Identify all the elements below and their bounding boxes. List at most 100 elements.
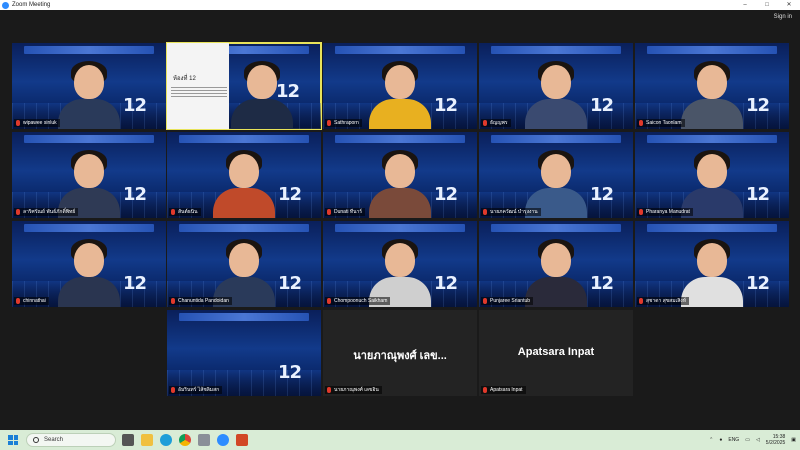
participant-tile[interactable]: 12 ห้องที่ 12 <box>166 42 322 130</box>
participant-name-text: Sathraporn <box>334 120 359 126</box>
participant-name-text: ธัญญพร <box>490 120 508 126</box>
event-banner <box>24 135 154 143</box>
participant-name: Chanuntida Pandoidan <box>169 297 232 305</box>
participant-tile[interactable]: 12 Dunati ทีนาร์ <box>323 132 477 218</box>
shared-slide: ห้องที่ 12 <box>167 43 229 129</box>
mic-muted-icon <box>639 298 643 304</box>
participant-name-text: Pharanya Manudrat <box>646 209 690 215</box>
event-banner <box>335 224 465 232</box>
participant-name-text: Saicon Taonlam <box>646 120 682 126</box>
room-number: 12 <box>122 184 147 205</box>
microphone-icon[interactable]: ● <box>719 437 722 443</box>
camera-icon[interactable] <box>198 434 210 446</box>
participant-video <box>369 148 431 218</box>
event-banner <box>179 224 309 232</box>
participant-video <box>58 237 120 307</box>
system-tray: ⌃ ● ENG ▭ ◁ 15:38 5/2/2025 ▣ <box>703 430 796 450</box>
participant-tile[interactable]: 12 chinnathai <box>12 221 166 307</box>
room-number: 12 <box>745 95 770 116</box>
speaker-icon[interactable]: ◁ <box>756 437 760 443</box>
event-banner <box>335 135 465 143</box>
event-banner <box>491 135 621 143</box>
participant-tile[interactable]: 12 สันต์ธนิน <box>167 132 321 218</box>
language-indicator[interactable]: ENG <box>728 437 739 443</box>
participant-tile[interactable]: นายภาณุพงศ์ เลข... นายภาณุพงศ์ เลขอิน <box>323 310 477 396</box>
participant-video <box>369 59 431 129</box>
search-input[interactable]: Search <box>26 433 116 447</box>
participant-name: chinnathai <box>14 297 49 305</box>
zoom-app-icon[interactable] <box>217 434 229 446</box>
participant-tile[interactable]: 12 อัมรินทร์ ไส้ชลิมสก <box>167 310 321 396</box>
network-icon[interactable]: ▭ <box>745 437 750 443</box>
search-placeholder: Search <box>44 437 64 443</box>
participant-video <box>525 59 587 129</box>
participant-name-text: นายภควัฒน์ บำรุงงาน <box>490 209 538 215</box>
mic-muted-icon <box>171 298 175 304</box>
participant-video <box>231 59 294 129</box>
participant-name: สุชาดา สุขสมเสิงห์ <box>637 297 690 305</box>
mic-muted-icon <box>639 209 643 215</box>
clock[interactable]: 15:38 5/2/2025 <box>766 434 785 446</box>
chevron-up-icon[interactable]: ⌃ <box>709 437 713 443</box>
room-number: 12 <box>122 95 147 116</box>
participant-tile[interactable]: 12 wipawee sinluk <box>12 43 166 129</box>
participant-name: Punjaree Sriantub <box>481 297 534 305</box>
room-number: 12 <box>589 95 614 116</box>
participant-video <box>681 59 743 129</box>
mic-muted-icon <box>171 387 175 393</box>
video-grid: 12 wipawee sinluk 12 ห้องที่ 12 12 Sathraporn… <box>0 0 800 430</box>
task-view-icon[interactable] <box>122 434 134 446</box>
participant-tile[interactable]: 12 Sathraporn <box>323 43 477 129</box>
room-number: 12 <box>277 184 302 205</box>
participant-tile[interactable]: 12 ลาริศรัณย์ พันธ์ภักดิ์พิทย์ <box>12 132 166 218</box>
participant-name-text: สุชาดา สุขสมเสิงห์ <box>646 298 687 304</box>
mic-muted-icon <box>483 387 487 393</box>
event-banner <box>647 224 777 232</box>
powerpoint-icon[interactable] <box>236 434 248 446</box>
mic-muted-icon <box>327 387 331 393</box>
mic-muted-icon <box>16 298 20 304</box>
participant-tile[interactable]: 12 ธัญญพร <box>479 43 633 129</box>
room-number: 12 <box>745 184 770 205</box>
participant-name-text: สันต์ธนิน <box>178 209 198 215</box>
mic-muted-icon <box>483 120 487 126</box>
edge-icon[interactable] <box>160 434 172 446</box>
room-number: 12 <box>277 362 302 383</box>
event-banner <box>491 46 621 54</box>
event-banner <box>647 135 777 143</box>
participant-tile[interactable]: 12 สุชาดา สุขสมเสิงห์ <box>635 221 789 307</box>
participant-video <box>681 237 743 307</box>
room-number: 12 <box>433 184 458 205</box>
notification-icon[interactable]: ▣ <box>791 437 796 443</box>
participant-name-text: Chanuntida Pandoidan <box>178 298 229 304</box>
search-icon <box>33 437 39 443</box>
participant-tile[interactable]: 12 Punjaree Sriantub <box>479 221 633 307</box>
participant-display-name: Apatsara Inpat <box>517 346 595 358</box>
participant-name: นายภควัฒน์ บำรุงงาน <box>481 208 541 216</box>
participant-name: Saicon Taonlam <box>637 119 685 127</box>
participant-tile[interactable]: 12 Chanuntida Pandoidan <box>167 221 321 307</box>
event-banner <box>335 46 465 54</box>
participant-name: Dunati ทีนาร์ <box>325 208 366 216</box>
mic-muted-icon <box>171 209 175 215</box>
participant-tile[interactable]: 12 นายภควัฒน์ บำรุงงาน <box>479 132 633 218</box>
participant-name-text: นายภาณุพงศ์ เลขอิน <box>334 387 379 393</box>
participant-name: Chompoonuch Saikham <box>325 297 391 305</box>
participant-name: นายภาณุพงศ์ เลขอิน <box>325 386 382 394</box>
participant-name: Apatsara Inpat <box>481 386 526 394</box>
chrome-icon[interactable] <box>179 434 191 446</box>
room-number: 12 <box>433 95 458 116</box>
participant-tile[interactable]: 12 Chompoonuch Saikham <box>323 221 477 307</box>
file-explorer-icon[interactable] <box>141 434 153 446</box>
participant-tile[interactable]: Apatsara Inpat Apatsara Inpat <box>479 310 633 396</box>
participant-tile[interactable]: 12 Pharanya Manudrat <box>635 132 789 218</box>
participant-name: สันต์ธนิน <box>169 208 201 216</box>
event-banner <box>491 224 621 232</box>
event-banner <box>24 46 154 54</box>
participant-tile[interactable]: 12 Saicon Taonlam <box>635 43 789 129</box>
participant-video <box>213 148 275 218</box>
mic-muted-icon <box>16 120 20 126</box>
mic-muted-icon <box>327 120 331 126</box>
start-icon[interactable] <box>8 435 18 445</box>
participant-video <box>58 59 120 129</box>
